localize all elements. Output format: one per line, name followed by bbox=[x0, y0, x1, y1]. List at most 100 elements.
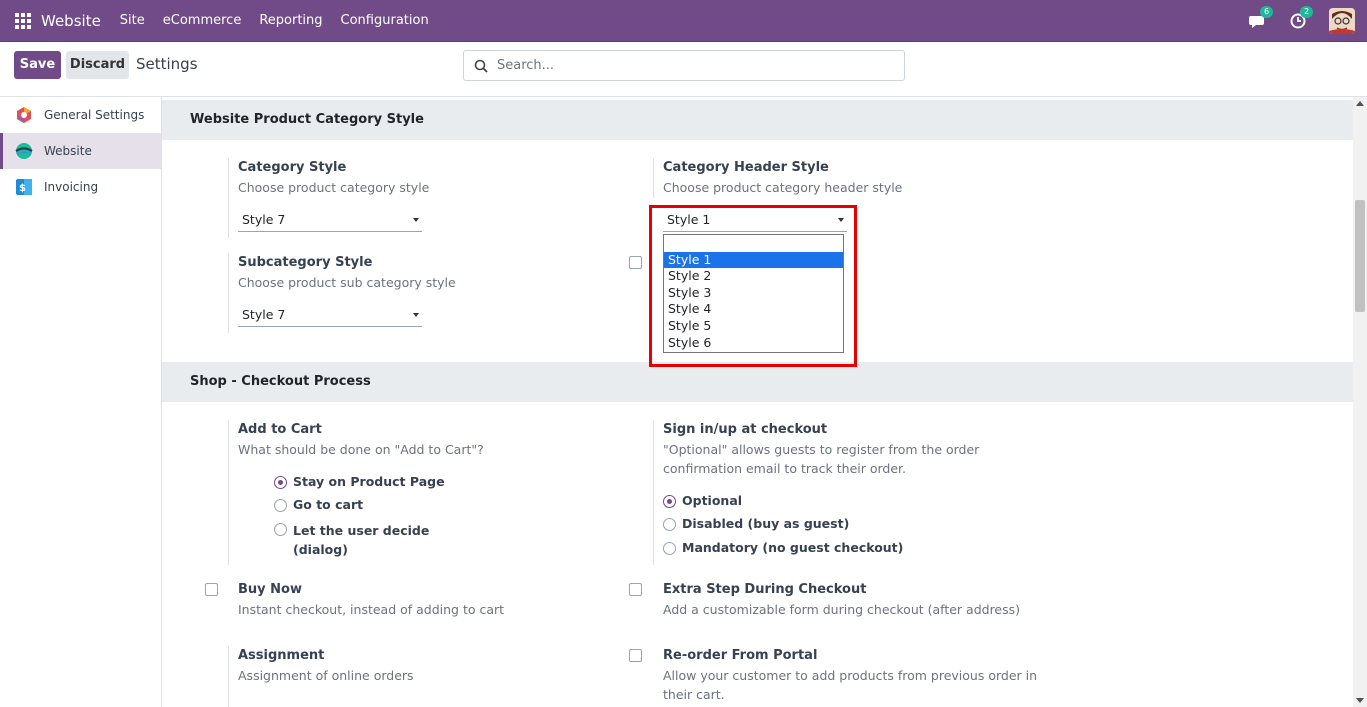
subcategory-style-select[interactable]: Style 7 bbox=[238, 305, 422, 327]
odoo-settings-icon bbox=[17, 107, 31, 123]
control-panel: Save Discard Settings Search... bbox=[0, 42, 1367, 97]
sidebar-item-invoicing[interactable]: $ Invoicing bbox=[0, 169, 161, 205]
user-avatar[interactable] bbox=[1329, 8, 1355, 34]
setting-desc: Choose product category style bbox=[238, 180, 430, 195]
dropdown-option-empty[interactable] bbox=[664, 235, 843, 252]
extra-step-checkbox[interactable] bbox=[629, 583, 642, 596]
setting-divider bbox=[653, 158, 654, 198]
setting-divider bbox=[228, 253, 229, 333]
radio-label-continued: (dialog) bbox=[293, 542, 348, 557]
unlabeled-checkbox[interactable] bbox=[629, 256, 642, 269]
radio-unchecked-icon bbox=[663, 518, 676, 531]
scroll-down-arrow-icon[interactable] bbox=[1356, 698, 1364, 703]
scroll-up-arrow-icon[interactable] bbox=[1356, 101, 1364, 106]
desc-line: "Optional" allows guests to register fro… bbox=[663, 442, 980, 457]
search-input[interactable]: Search... bbox=[463, 50, 905, 81]
setting-title: Assignment bbox=[238, 648, 325, 663]
radio-label: Stay on Product Page bbox=[293, 474, 445, 489]
radio-disabled-guest[interactable]: Disabled (buy as guest) bbox=[663, 516, 849, 531]
sidebar-item-label: Invoicing bbox=[44, 180, 99, 194]
desc-line: their cart. bbox=[663, 687, 725, 702]
setting-divider bbox=[653, 420, 654, 565]
dropdown-option-style-3[interactable]: Style 3 bbox=[664, 285, 843, 302]
app-brand[interactable]: Website bbox=[41, 12, 101, 30]
setting-desc: "Optional" allows guests to register fro… bbox=[663, 440, 979, 478]
sidebar-item-label: General Settings bbox=[44, 108, 145, 122]
setting-desc: What should be done on "Add to Cart"? bbox=[238, 442, 484, 457]
radio-label: Go to cart bbox=[293, 497, 364, 512]
desc-line: confirmation email to track their order. bbox=[663, 461, 906, 476]
chat-badge: 6 bbox=[1260, 6, 1273, 18]
caret-down-icon bbox=[413, 313, 419, 317]
invoicing-icon: $ bbox=[16, 179, 32, 195]
systray: 6 2 bbox=[1249, 0, 1367, 42]
radio-label: Optional bbox=[682, 493, 743, 508]
sidebar-item-website[interactable]: Website bbox=[0, 133, 161, 169]
radio-optional[interactable]: Optional bbox=[663, 493, 742, 508]
activity-badge: 2 bbox=[1300, 6, 1313, 18]
subcategory-style-setting: Subcategory Style Choose product sub cat… bbox=[238, 255, 456, 292]
buy-now-setting: Buy Now Instant checkout, instead of add… bbox=[238, 582, 504, 619]
category-header-style-dropdown: Style 1 Style 2 Style 3 Style 4 Style 5 … bbox=[663, 234, 844, 353]
setting-title: Add to Cart bbox=[238, 422, 322, 437]
discard-button[interactable]: Discard bbox=[66, 51, 129, 79]
breadcrumb: Settings bbox=[136, 55, 198, 73]
radio-unchecked-icon bbox=[274, 523, 287, 536]
dropdown-option-style-1[interactable]: Style 1 bbox=[664, 251, 843, 269]
svg-text:$: $ bbox=[19, 183, 26, 194]
vertical-scrollbar[interactable] bbox=[1353, 97, 1367, 707]
radio-stay-on-product-page[interactable]: Stay on Product Page bbox=[274, 474, 445, 489]
chat-icon[interactable]: 6 bbox=[1249, 6, 1273, 30]
setting-title: Re-order From Portal bbox=[663, 648, 818, 663]
radio-mandatory[interactable]: Mandatory (no guest checkout) bbox=[663, 540, 903, 555]
settings-sidebar: General Settings Website $ Invoicing bbox=[0, 97, 162, 707]
top-navbar: Website Site eCommerce Reporting Configu… bbox=[0, 0, 1367, 42]
extra-step-setting: Extra Step During Checkout Add a customi… bbox=[663, 582, 1020, 619]
select-value: Style 7 bbox=[242, 212, 286, 227]
radio-checked-icon bbox=[663, 495, 676, 508]
setting-desc: Add a customizable form during checkout … bbox=[663, 602, 1021, 617]
category-style-select[interactable]: Style 7 bbox=[238, 210, 422, 232]
setting-desc: Instant checkout, instead of adding to c… bbox=[238, 602, 505, 617]
search-placeholder: Search... bbox=[497, 58, 555, 73]
category-style-setting: Category Style Choose product category s… bbox=[238, 160, 429, 197]
menu-ecommerce[interactable]: eCommerce bbox=[163, 13, 242, 28]
radio-unchecked-icon bbox=[274, 499, 287, 512]
settings-main: Website Product Category Style Category … bbox=[162, 97, 1353, 707]
save-button[interactable]: Save bbox=[14, 51, 61, 79]
dropdown-option-style-4[interactable]: Style 4 bbox=[664, 301, 843, 318]
desc-line: Allow your customer to add products from… bbox=[663, 668, 1038, 683]
add-to-cart-setting: Add to Cart What should be done on "Add … bbox=[238, 422, 484, 459]
scroll-thumb[interactable] bbox=[1355, 200, 1365, 312]
setting-title: Extra Step During Checkout bbox=[663, 582, 867, 597]
radio-checked-icon bbox=[274, 476, 287, 489]
menu-configuration[interactable]: Configuration bbox=[341, 13, 429, 28]
setting-divider bbox=[228, 646, 229, 707]
dropdown-option-style-6[interactable]: Style 6 bbox=[664, 335, 843, 352]
section-category-style: Website Product Category Style bbox=[162, 100, 1353, 140]
radio-let-user-decide[interactable]: Let the user decide (dialog) bbox=[274, 521, 429, 559]
buy-now-checkbox[interactable] bbox=[205, 583, 218, 596]
website-icon bbox=[15, 143, 33, 159]
menu-reporting[interactable]: Reporting bbox=[259, 13, 322, 28]
dropdown-option-style-5[interactable]: Style 5 bbox=[664, 318, 843, 335]
menu-site[interactable]: Site bbox=[120, 13, 145, 28]
setting-desc: Allow your customer to add products from… bbox=[663, 666, 1037, 704]
caret-down-icon bbox=[413, 218, 419, 222]
activity-clock-icon[interactable]: 2 bbox=[1289, 6, 1313, 30]
reorder-checkbox[interactable] bbox=[629, 649, 642, 662]
section-checkout-process: Shop - Checkout Process bbox=[162, 362, 1353, 402]
reorder-setting: Re-order From Portal Allow your customer… bbox=[663, 648, 1037, 704]
dropdown-option-style-2[interactable]: Style 2 bbox=[664, 268, 843, 285]
setting-title: Sign in/up at checkout bbox=[663, 422, 828, 437]
radio-label: Mandatory (no guest checkout) bbox=[682, 540, 904, 555]
select-value: Style 7 bbox=[242, 307, 286, 322]
apps-menu-icon[interactable] bbox=[15, 12, 31, 29]
sign-in-checkout-setting: Sign in/up at checkout "Optional" allows… bbox=[663, 422, 979, 478]
category-header-style-setting: Category Header Style Choose product cat… bbox=[663, 160, 902, 197]
setting-title: Buy Now bbox=[238, 582, 302, 597]
setting-desc: Choose product sub category style bbox=[238, 275, 456, 290]
sidebar-item-general-settings[interactable]: General Settings bbox=[0, 97, 161, 133]
radio-go-to-cart[interactable]: Go to cart bbox=[274, 497, 363, 512]
setting-divider bbox=[228, 420, 229, 565]
